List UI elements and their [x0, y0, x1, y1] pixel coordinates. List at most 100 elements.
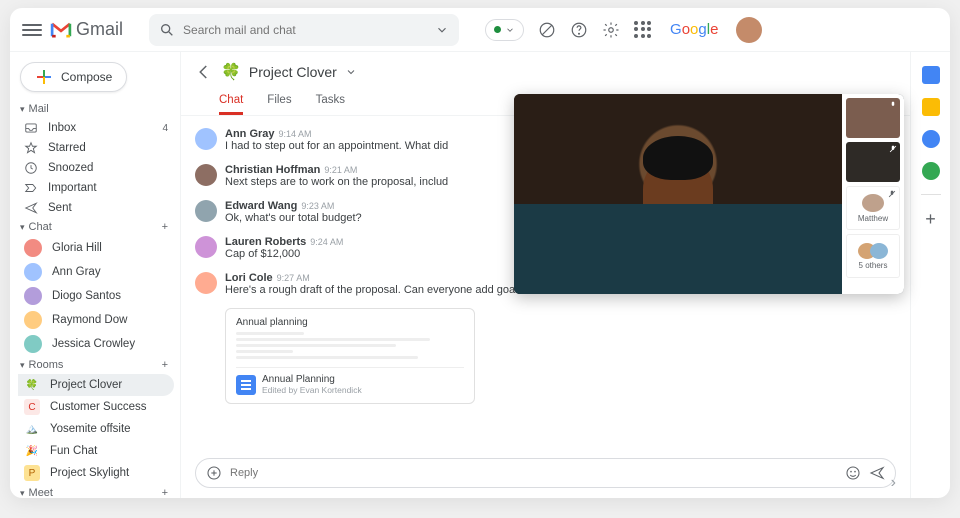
- side-panel: +: [910, 52, 950, 498]
- avatar: [24, 287, 42, 305]
- search-icon: [159, 22, 175, 38]
- chat-section-header[interactable]: ▾Chat+: [18, 218, 174, 236]
- avatar: [24, 335, 42, 353]
- tab-tasks[interactable]: Tasks: [316, 88, 345, 115]
- tasks-app-icon[interactable]: [922, 130, 940, 148]
- room-customer-success[interactable]: CCustomer Success: [18, 396, 174, 418]
- account-avatar[interactable]: [736, 17, 762, 43]
- avatar: [195, 236, 217, 258]
- google-logo[interactable]: Google: [670, 21, 718, 38]
- message-time: 9:24 AM: [310, 237, 343, 247]
- nav-inbox[interactable]: Inbox4: [18, 118, 174, 138]
- sent-icon: [24, 201, 38, 215]
- add-attachment-icon[interactable]: [206, 465, 222, 481]
- status-indicator[interactable]: [485, 19, 524, 41]
- room-icon: P: [24, 465, 40, 481]
- calendar-app-icon[interactable]: [922, 66, 940, 84]
- avatar: [24, 311, 42, 329]
- reply-bar: [195, 458, 896, 488]
- search-bar[interactable]: [149, 14, 459, 46]
- keep-app-icon[interactable]: [922, 98, 940, 116]
- compose-label: Compose: [61, 70, 112, 84]
- message-author: Ann Gray9:14 AM: [225, 128, 448, 140]
- room-header: 🍀 Project Clover: [181, 52, 910, 82]
- header-actions: [538, 21, 652, 39]
- docs-icon: [236, 375, 256, 395]
- main-menu-button[interactable]: [22, 20, 42, 40]
- others-label: 5 others: [859, 261, 888, 270]
- nav-starred[interactable]: Starred: [18, 138, 174, 158]
- chat-contact[interactable]: Ann Gray: [18, 260, 174, 284]
- nav-important[interactable]: Important: [18, 178, 174, 198]
- mic-on-icon: [888, 100, 898, 110]
- chevron-down-icon[interactable]: [435, 23, 449, 37]
- video-call-overlay[interactable]: Matthew 5 others: [514, 94, 904, 294]
- chat-contact[interactable]: Raymond Dow: [18, 308, 174, 332]
- chat-contact[interactable]: Diogo Santos: [18, 284, 174, 308]
- gmail-app-window: Gmail Google Compose ▾Mail Inbox4Star: [10, 8, 950, 498]
- room-fun-chat[interactable]: 🎉Fun Chat: [18, 440, 174, 462]
- nav-snoozed[interactable]: Snoozed: [18, 158, 174, 178]
- message-time: 9:27 AM: [277, 273, 310, 283]
- room-icon: C: [24, 399, 40, 415]
- room-icon: 🍀: [221, 62, 241, 82]
- nav-sent[interactable]: Sent: [18, 198, 174, 218]
- mail-section-header[interactable]: ▾Mail: [18, 100, 174, 118]
- gear-icon[interactable]: [602, 21, 620, 39]
- sidebar: Compose ▾Mail Inbox4StarredSnoozedImport…: [10, 52, 180, 498]
- participant-tile[interactable]: [846, 98, 900, 138]
- important-icon: [24, 181, 38, 195]
- avatar: [24, 263, 42, 281]
- avatar: [24, 239, 42, 257]
- chat-contact[interactable]: Jessica Crowley: [18, 332, 174, 356]
- top-bar: Gmail Google: [10, 8, 950, 52]
- send-icon[interactable]: [869, 465, 885, 481]
- compose-button[interactable]: Compose: [20, 62, 127, 92]
- main-panel: 🍀 Project Clover Chat Files Tasks Ann Gray…: [180, 52, 910, 498]
- gmail-wordmark: Gmail: [76, 19, 123, 40]
- participant-tile[interactable]: Matthew: [846, 186, 900, 230]
- message-time: 9:21 AM: [324, 165, 357, 175]
- doc-byline: Edited by Evan Kortendick: [262, 385, 362, 395]
- back-button[interactable]: [195, 63, 213, 81]
- rooms-section-header[interactable]: ▾Rooms+: [18, 356, 174, 374]
- emoji-icon[interactable]: [845, 465, 861, 481]
- search-input[interactable]: [183, 23, 427, 37]
- avatar: [195, 128, 217, 150]
- contacts-app-icon[interactable]: [922, 162, 940, 180]
- room-icon: 🎉: [24, 443, 40, 459]
- room-title: Project Clover: [249, 64, 337, 80]
- participant-tile[interactable]: [846, 142, 900, 182]
- meet-section-header[interactable]: ▾Meet+: [18, 484, 174, 498]
- avatar: [195, 164, 217, 186]
- mic-off-icon: [887, 189, 897, 199]
- room-project-skylight[interactable]: PProject Skylight: [18, 462, 174, 484]
- participant-others-tile[interactable]: 5 others: [846, 234, 900, 278]
- apps-grid-icon[interactable]: [634, 21, 652, 39]
- help-icon[interactable]: [570, 21, 588, 39]
- status-dot-icon: [494, 26, 501, 33]
- reply-input[interactable]: [230, 467, 837, 479]
- room-project-clover[interactable]: 🍀Project Clover: [18, 374, 174, 396]
- tab-chat[interactable]: Chat: [219, 88, 243, 115]
- add-addon-icon[interactable]: +: [925, 209, 936, 230]
- chevron-down-icon[interactable]: [345, 66, 357, 78]
- add-room-icon[interactable]: +: [162, 359, 168, 371]
- message-text: I had to step out for an appointment. Wh…: [225, 140, 448, 152]
- message-text: Next steps are to work on the proposal, …: [225, 176, 448, 188]
- doc-preview-title: Annual planning: [236, 317, 464, 328]
- inbox-icon: [24, 121, 38, 135]
- message-author: Edward Wang9:23 AM: [225, 200, 362, 212]
- chat-contact[interactable]: Gloria Hill: [18, 236, 174, 260]
- add-meeting-icon[interactable]: +: [162, 487, 168, 498]
- offline-icon[interactable]: [538, 21, 556, 39]
- next-page-button[interactable]: ›: [891, 474, 896, 492]
- clock-icon: [24, 161, 38, 175]
- chevron-down-icon: [505, 25, 515, 35]
- room-yosemite-offsite[interactable]: 🏔️Yosemite offsite: [18, 418, 174, 440]
- add-chat-icon[interactable]: +: [162, 221, 168, 233]
- message-text: Cap of $12,000: [225, 248, 343, 260]
- doc-attachment[interactable]: Annual planningAnnual PlanningEdited by …: [225, 308, 475, 404]
- gmail-logo[interactable]: Gmail: [50, 19, 123, 40]
- tab-files[interactable]: Files: [267, 88, 291, 115]
